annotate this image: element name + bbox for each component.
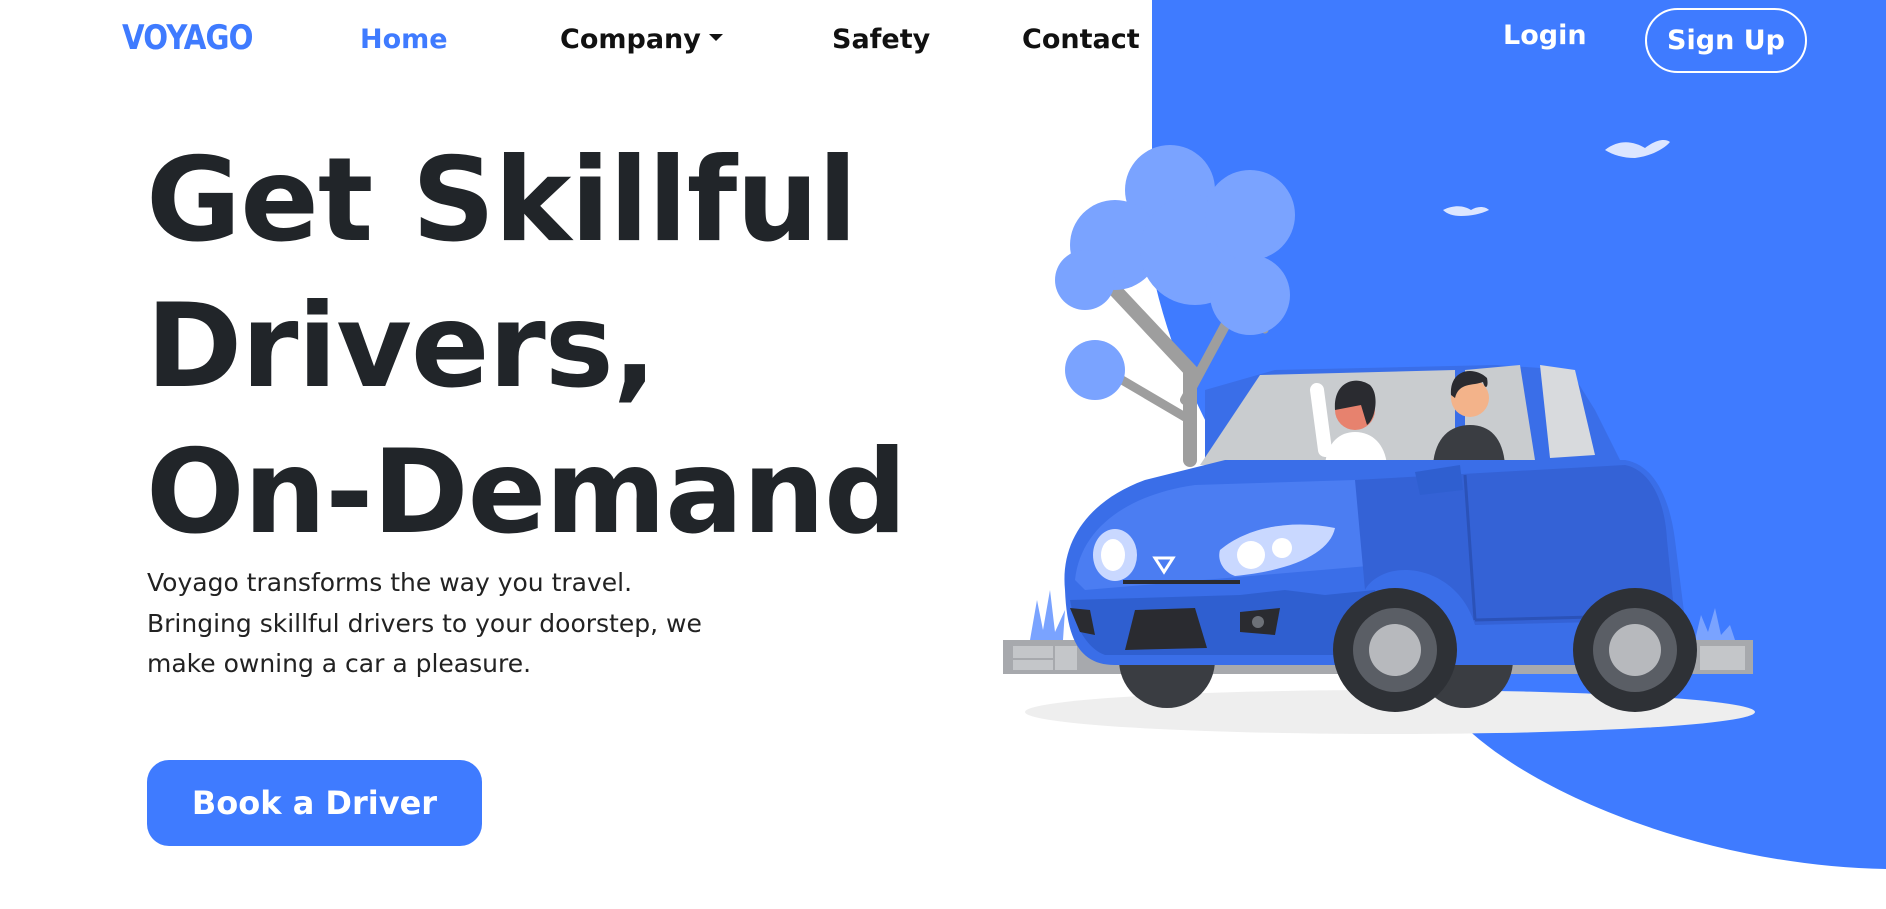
caret-down-icon — [708, 34, 723, 41]
hero-title-line-3: On-Demand — [146, 425, 907, 560]
car-with-driver-illustration — [1003, 140, 1755, 734]
nav-safety-link[interactable]: Safety — [832, 24, 930, 55]
top-navbar: VOYAGO Home Company Safety Contact Login… — [0, 0, 1886, 80]
nav-contact-link[interactable]: Contact — [1022, 24, 1140, 55]
nav-company-dropdown[interactable]: Company — [560, 24, 723, 55]
car — [1064, 365, 1697, 712]
signup-button[interactable]: Sign Up — [1645, 8, 1807, 73]
login-link[interactable]: Login — [1503, 20, 1587, 51]
hero-title-line-1: Get Skillful — [146, 133, 858, 268]
wheel-front — [1333, 588, 1457, 712]
hero-description: Voyago transforms the way you travel. Br… — [147, 568, 702, 678]
hero-title-line-2: Drivers, — [146, 279, 657, 414]
wheel-rear — [1573, 588, 1697, 712]
brand-logo[interactable]: VOYAGO — [122, 18, 253, 58]
nav-home-link[interactable]: Home — [360, 24, 448, 55]
nav-company-label: Company — [560, 24, 701, 55]
book-driver-button[interactable]: Book a Driver — [147, 760, 482, 846]
hero-title: Get Skillful Drivers, On-Demand — [146, 128, 907, 566]
bird-icon — [1443, 140, 1670, 216]
